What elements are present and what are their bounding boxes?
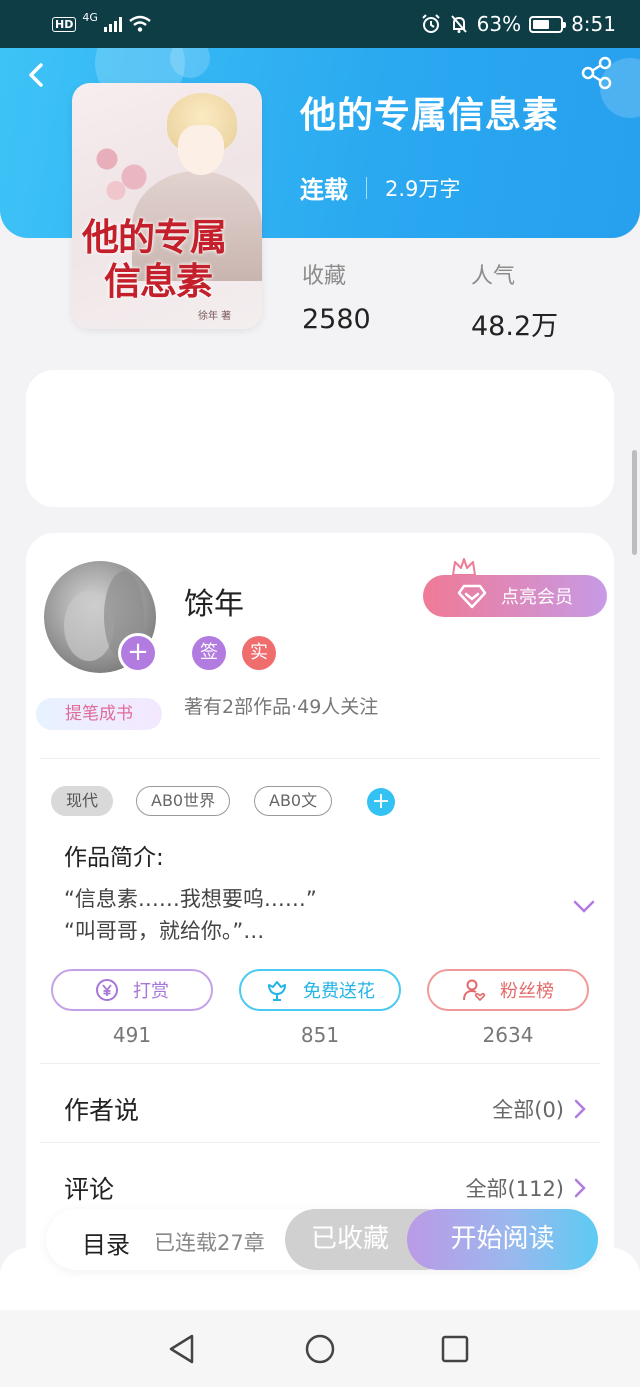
book-status: 连载: [300, 176, 348, 204]
reward-count: 491: [112, 1023, 152, 1047]
send-flower-button[interactable]: 免费送花: [239, 969, 401, 1011]
divider: [40, 1063, 600, 1064]
intro-title: 作品简介:: [64, 845, 164, 871]
follow-plus-button[interactable]: +: [118, 633, 158, 673]
catalog-button[interactable]: 目录: [82, 1225, 130, 1260]
signal-icon: [103, 16, 122, 32]
status-right: 63% 8:51: [421, 12, 616, 36]
flower-count: 851: [300, 1023, 340, 1047]
cover-title: 他的专属 信息素: [82, 215, 227, 303]
add-tag-plus-icon[interactable]: +: [367, 788, 395, 816]
author-info-card: + 提笔成书 馀年 点亮会员 签 实 著有2部作品·49人关注 现代 AB0世界…: [26, 533, 614, 1293]
battery-icon: [529, 15, 567, 33]
book-title: 他的专属信息素: [300, 95, 560, 136]
wifi-icon: [129, 15, 151, 32]
comments-all-link[interactable]: 全部(112): [466, 1173, 564, 1203]
system-nav-bar: [0, 1310, 640, 1387]
author-name[interactable]: 馀年: [184, 579, 244, 623]
verified-tag: 实: [242, 636, 276, 670]
nav-home-icon[interactable]: [303, 1332, 337, 1366]
meta-divider: [366, 176, 367, 199]
hd-indicator: HD: [52, 16, 77, 32]
stat-popularity: 人气 48.2万: [471, 264, 559, 342]
chevron-down-icon[interactable]: [572, 899, 596, 915]
book-meta: 连载 2.9万字: [300, 170, 460, 205]
cover-author: 徐年 著: [198, 311, 232, 322]
vip-button[interactable]: 点亮会员: [423, 575, 607, 617]
reward-button[interactable]: 打赏: [51, 969, 213, 1011]
genre-tag[interactable]: 现代: [51, 786, 114, 816]
clock: 8:51: [571, 12, 616, 36]
bottom-action-bar: 目录 已连载27章 已收藏 开始阅读: [46, 1209, 598, 1270]
status-bar: HD 4G 63% 8:51: [0, 0, 640, 48]
chevron-right-icon: [574, 1099, 586, 1119]
status-left: HD 4G: [52, 11, 152, 33]
share-icon[interactable]: [580, 56, 614, 90]
cover-figure-face: [178, 125, 224, 175]
fans-count: 2634: [482, 1023, 534, 1047]
back-arrow-icon[interactable]: [22, 60, 52, 90]
genre-tag[interactable]: AB0文: [254, 786, 333, 816]
author-says-row[interactable]: 作者说 全部(0): [64, 1089, 586, 1129]
nav-back-icon[interactable]: [165, 1332, 199, 1366]
divider: [40, 758, 600, 759]
scrollbar[interactable]: [632, 450, 637, 555]
author-says-all-link[interactable]: 全部(0): [492, 1094, 564, 1124]
author-says-title: 作者说: [64, 1096, 140, 1125]
alarm-icon: [421, 14, 440, 33]
signed-tag: 签: [192, 636, 226, 670]
nav-recents-icon[interactable]: [438, 1332, 472, 1366]
chapter-count[interactable]: 已连载27章: [154, 1227, 265, 1257]
comments-title: 评论: [64, 1175, 115, 1204]
fan-ranking-button[interactable]: 粉丝榜: [427, 969, 589, 1011]
diamond-icon: [457, 584, 487, 609]
author-works-info: 著有2部作品·49人关注: [184, 696, 379, 718]
flower-icon: [268, 981, 286, 1001]
genre-tag[interactable]: AB0世界: [136, 786, 231, 816]
empty-card: [26, 370, 614, 507]
word-count: 2.9万字: [385, 176, 461, 201]
start-reading-button[interactable]: 开始阅读: [407, 1209, 598, 1270]
chevron-right-icon: [574, 1178, 586, 1198]
intro-text[interactable]: “信息素……我想要呜……” “叫哥哥，就给你。”…: [64, 883, 564, 947]
book-cover[interactable]: 他的专属 信息素 徐年 著: [72, 83, 262, 329]
stat-favorites: 收藏 2580: [302, 264, 371, 335]
battery-percent: 63%: [476, 12, 522, 36]
comments-row[interactable]: 评论 全部(112): [64, 1168, 586, 1208]
person-heart-icon: [463, 979, 486, 1002]
vip-label: 点亮会员: [501, 587, 573, 608]
mute-bell-icon: [450, 15, 467, 33]
yen-coin-icon: [96, 979, 118, 1001]
network-type: 4G: [82, 10, 98, 24]
author-level-badge: 提笔成书: [36, 698, 162, 730]
divider: [40, 1142, 600, 1143]
